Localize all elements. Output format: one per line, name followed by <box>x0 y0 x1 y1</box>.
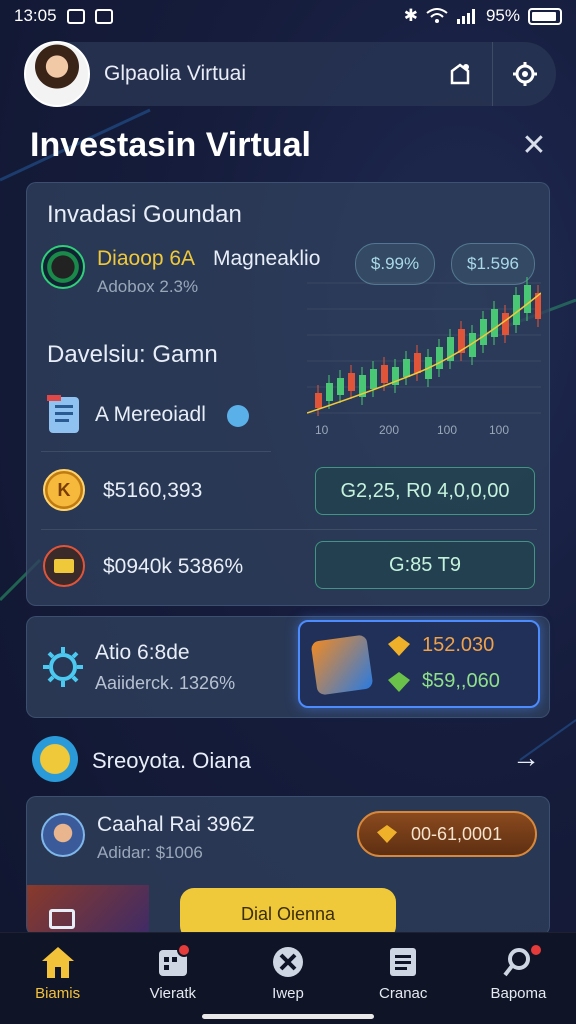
home-indicator <box>202 1014 374 1019</box>
chart-candle <box>315 385 322 416</box>
sparkle-gear-icon <box>43 647 83 687</box>
chart-tick-label: 100 <box>489 423 510 437</box>
row-action-button[interactable]: G:85 T9 <box>315 541 535 589</box>
profile-avatar[interactable] <box>24 41 90 107</box>
user-avatar <box>41 813 85 857</box>
arrow-right-icon: → <box>512 742 540 773</box>
battery-icon <box>528 7 562 25</box>
section-title: Davelsiu: Gamn <box>47 341 218 368</box>
leader-name: Caahal Rai 396Z <box>97 813 255 836</box>
asset-logo-icon <box>41 245 85 289</box>
nav-item-finance[interactable]: Cranac <box>346 933 461 1024</box>
chart-candle <box>458 321 465 361</box>
chart-tick-label: 10 <box>315 423 329 437</box>
gem-icon <box>377 825 397 843</box>
chart-candle <box>370 361 377 397</box>
activity-subtitle: Aaiiderck. 1326% <box>95 673 236 693</box>
activity-title: Atio 6:8de <box>95 641 190 664</box>
chart-candle <box>524 277 531 321</box>
status-time: 13:05 <box>14 6 57 25</box>
battery-percent: 95% <box>485 6 520 25</box>
chart-candle <box>491 301 498 345</box>
section-link[interactable]: Sreoyota. Oiana → <box>26 734 550 790</box>
promo-thumbnail <box>27 885 149 935</box>
bell-icon <box>450 63 470 85</box>
asset-sub: Adobox 2.3% <box>97 277 199 296</box>
chart-candle <box>480 311 487 353</box>
document-icon <box>47 395 79 433</box>
nav-label: Vieratk <box>149 985 197 1002</box>
bottom-navigation: Biamis Vieratk Iwep Cranac Bapoma <box>0 932 576 1024</box>
chart-tick-label: 200 <box>379 423 400 437</box>
chart-candle <box>535 285 541 327</box>
coin-icon: K <box>43 469 85 511</box>
nav-item-market[interactable]: Vieratk <box>115 933 230 1024</box>
treasure-box-icon <box>310 634 374 696</box>
wifi-icon <box>426 8 448 23</box>
leader-button-label: 00-61,0001 <box>411 823 503 844</box>
section-title: Sreoyota. Oiana <box>92 748 251 773</box>
swap-icon <box>273 947 303 977</box>
nav-label: Iwep <box>272 985 304 1002</box>
app-notification-icon <box>94 8 113 24</box>
document-list-icon <box>390 948 417 976</box>
nav-item-swap[interactable]: Iwep <box>230 933 345 1024</box>
row-value: $5160,393 <box>103 479 203 502</box>
nav-item-home[interactable]: Biamis <box>0 933 115 1024</box>
chart-candle <box>403 351 410 385</box>
page-title: Investasin Virtual <box>30 126 311 164</box>
reward-value: $59,,060 <box>422 670 500 692</box>
chat-bubble-icon <box>227 405 249 427</box>
vibrate-icon: ✱ <box>403 6 418 25</box>
leader-action-button[interactable]: 00-61,0001 <box>357 811 537 857</box>
gear-icon <box>512 62 537 86</box>
green-gem-icon <box>388 672 410 692</box>
chart-candle <box>436 339 443 377</box>
notification-button[interactable] <box>428 42 492 106</box>
nav-label: Biamis <box>35 985 81 1002</box>
chart-candle <box>414 345 421 381</box>
close-icon[interactable]: ✕ <box>518 130 550 162</box>
divider <box>41 451 271 452</box>
row-value: $0940k 5386% <box>103 555 244 578</box>
reward-value: 152.030 <box>422 634 495 656</box>
row-action-button[interactable]: G2,25, R0 4,0,0,00 <box>315 467 535 515</box>
badge-icon <box>32 736 78 782</box>
asset-name: Diaoop 6A <box>97 247 196 270</box>
gold-gem-icon <box>388 636 410 656</box>
signal-icon <box>456 9 475 24</box>
divider <box>41 529 537 530</box>
chart-candle <box>359 367 366 405</box>
wallet-icon <box>43 545 85 587</box>
card-heading: Invadasi Goundan <box>47 201 242 228</box>
investment-card: Invadasi Goundan Diaoop 6A Magneaklio Ad… <box>26 182 550 606</box>
nav-label: Bapoma <box>490 985 547 1002</box>
notification-icon <box>66 8 85 24</box>
chart-candle <box>502 305 509 343</box>
settings-button[interactable] <box>492 42 556 106</box>
chart-tick-label: 100 <box>437 423 458 437</box>
chart-candle <box>348 365 355 399</box>
nav-label: Cranac <box>379 985 428 1002</box>
header-title: Glpaolia Virtuai <box>104 62 247 85</box>
status-bar: 13:05 ✱ 95% <box>0 0 576 32</box>
leader-sub: Adidar: $1006 <box>97 843 203 862</box>
nav-item-profile[interactable]: Bapoma <box>461 933 576 1024</box>
app-header: Glpaolia Virtuai <box>24 41 556 107</box>
reward-box[interactable]: 152.030 $59,,060 <box>298 620 540 708</box>
candlestick-chart <box>307 277 541 416</box>
chart-candle <box>392 359 399 393</box>
chart-candle <box>337 370 344 403</box>
asset-desc: Magneaklio <box>213 247 321 270</box>
doc-label: A Mereoiadl <box>95 403 206 426</box>
home-icon <box>41 947 74 978</box>
lock-icon <box>49 909 75 929</box>
notification-badge <box>528 943 543 957</box>
